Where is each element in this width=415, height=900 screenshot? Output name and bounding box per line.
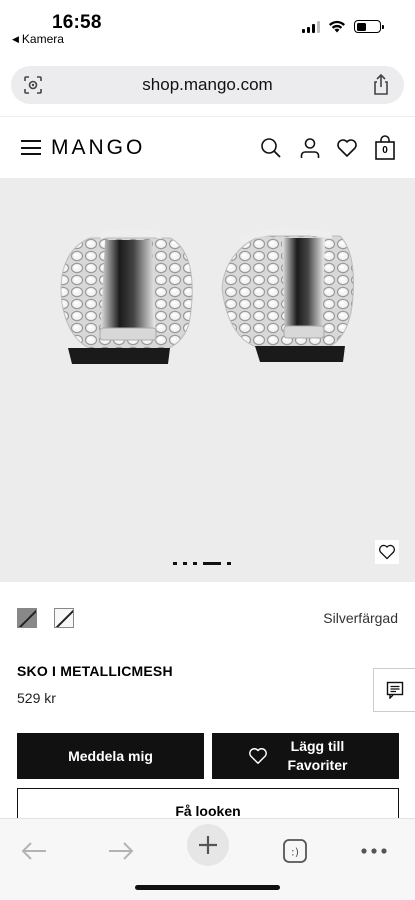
product-image (60, 228, 354, 364)
status-icons (302, 20, 384, 33)
bag-icon[interactable]: 0 (374, 135, 396, 161)
more-icon[interactable] (358, 829, 390, 873)
pagination-dot[interactable] (227, 562, 231, 565)
selected-color-name: Silverfärgad (323, 610, 398, 626)
add-to-favorites-button[interactable]: Lägg till Favoriter (212, 733, 399, 779)
heart-icon (379, 544, 395, 560)
site-header: MANGO 0 (0, 116, 415, 178)
notify-me-button[interactable]: Meddela mig (17, 733, 204, 779)
back-arrow-icon[interactable] (18, 829, 50, 873)
get-the-look-label: Få looken (175, 803, 241, 819)
color-swatch-dark[interactable] (17, 608, 37, 628)
share-icon[interactable] (371, 74, 391, 96)
address-bar[interactable]: shop.mango.com (11, 66, 404, 104)
svg-text::): :) (291, 846, 299, 859)
mango-logo[interactable]: MANGO (51, 136, 145, 160)
status-time: 16:58 (52, 12, 102, 33)
product-title: SKO I METALLICMESH (17, 663, 173, 679)
chat-icon (386, 681, 403, 699)
pagination-dot-active[interactable] (203, 562, 221, 565)
search-icon[interactable] (260, 137, 282, 159)
pagination-dot[interactable] (183, 562, 187, 565)
add-to-favorites-label: Lägg till Favoriter (287, 738, 348, 773)
menu-icon[interactable] (21, 140, 41, 155)
cart-count: 0 (382, 145, 388, 156)
heart-icon (249, 748, 267, 764)
wifi-icon (329, 20, 345, 33)
pagination-dot[interactable] (193, 562, 197, 565)
notify-me-label: Meddela mig (68, 748, 153, 764)
tabs-icon[interactable]: :) (281, 829, 309, 873)
url-text: shop.mango.com (142, 75, 273, 94)
home-indicator[interactable] (135, 885, 280, 890)
product-price: 529 kr (17, 690, 56, 706)
pagination-dot[interactable] (173, 562, 177, 565)
cellular-signal-icon (302, 20, 320, 33)
back-app-label: Kamera (21, 32, 64, 46)
chat-button[interactable] (373, 668, 415, 712)
back-to-app-link[interactable]: ◀ Kamera (12, 32, 64, 46)
new-tab-icon[interactable] (187, 824, 229, 866)
image-favorite-button[interactable] (375, 540, 399, 564)
gallery-pagination (173, 562, 231, 565)
color-swatch-silver[interactable] (54, 608, 74, 628)
heart-icon[interactable] (336, 137, 358, 159)
camera-lens-icon[interactable] (23, 75, 43, 95)
status-bar: 16:58 ◀ Kamera (0, 0, 415, 50)
user-icon[interactable] (299, 137, 321, 159)
color-swatches (17, 608, 74, 628)
forward-arrow-icon[interactable] (105, 829, 137, 873)
product-image-gallery[interactable] (0, 178, 415, 582)
back-triangle-icon: ◀ (12, 33, 19, 44)
battery-icon (354, 20, 384, 33)
